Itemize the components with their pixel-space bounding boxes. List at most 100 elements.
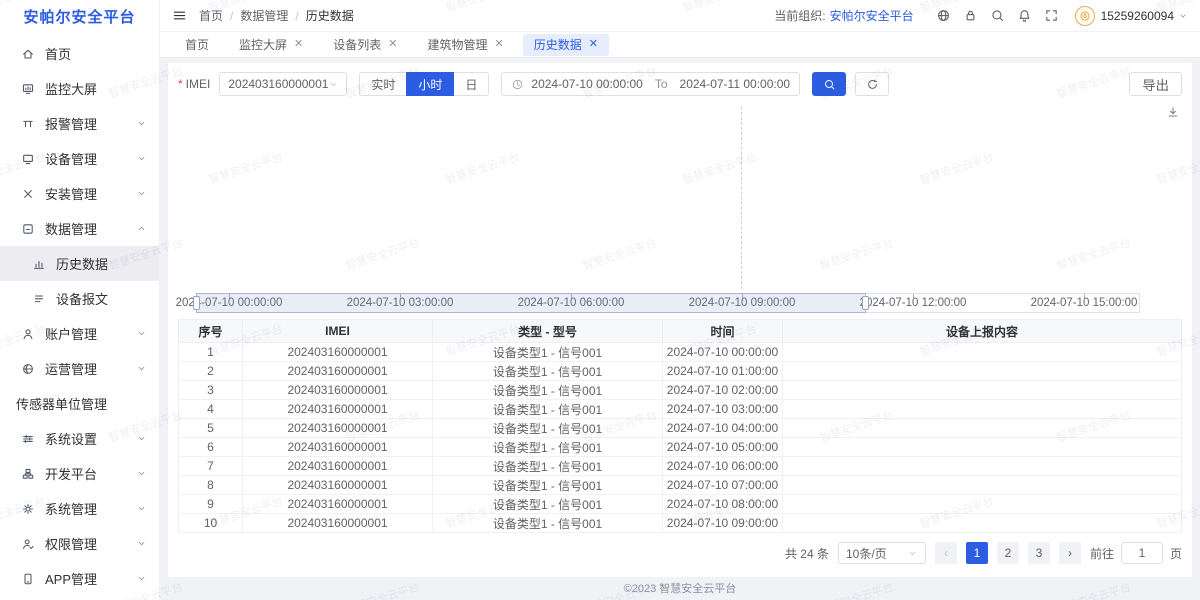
sidebar-item-label: 首页 [45, 44, 147, 63]
time-mode-button[interactable]: 实时 [359, 72, 407, 96]
datazoom-slider[interactable] [196, 293, 1140, 313]
tab-device-list[interactable]: 设备列表✕ [322, 34, 408, 56]
table-row[interactable]: 10202403160000001设备类型1 - 信号0012024-07-10… [179, 514, 1182, 533]
table-cell: 2024-07-10 00:00:00 [663, 343, 783, 362]
goto-page-input[interactable] [1121, 542, 1163, 564]
page-number-button[interactable]: 3 [1028, 542, 1050, 564]
dev-platform-icon [20, 466, 36, 482]
table-cell: 设备类型1 - 信号001 [433, 419, 663, 438]
sidebar-item-label: 权限管理 [45, 534, 136, 553]
breadcrumb: 首页/数据管理/历史数据 [199, 7, 354, 24]
sidebar-item-alarm-mgmt[interactable]: 报警管理 [0, 106, 159, 141]
sidebar-item-permission-mgmt[interactable]: 权限管理 [0, 526, 159, 561]
table-row[interactable]: 6202403160000001设备类型1 - 信号0012024-07-10 … [179, 438, 1182, 457]
date-start-value[interactable]: 2024-07-10 00:00:00 [531, 77, 642, 91]
imei-select[interactable]: 202403160000001 [219, 72, 347, 96]
time-mode-button[interactable]: 小时 [406, 72, 454, 96]
table-cell: 5 [179, 419, 243, 438]
table-cell: 202403160000001 [243, 514, 433, 533]
search-icon[interactable] [984, 8, 1011, 23]
sidebar-item-account-mgmt[interactable]: 账户管理 [0, 316, 159, 351]
table-cell: 202403160000001 [243, 438, 433, 457]
table-row[interactable]: 9202403160000001设备类型1 - 信号0012024-07-10 … [179, 495, 1182, 514]
topbar-right: 当前组织: 安帕尔安全平台 15259260094 [774, 6, 1188, 26]
refresh-button[interactable] [855, 72, 889, 96]
table-cell: 2024-07-10 03:00:00 [663, 400, 783, 419]
search-button[interactable] [812, 72, 846, 96]
current-org-value[interactable]: 安帕尔安全平台 [830, 7, 914, 24]
date-range-picker[interactable]: 2024-07-10 00:00:00 To 2024-07-11 00:00:… [501, 72, 800, 96]
chevron-down-icon [136, 503, 147, 514]
main-column: 首页/数据管理/历史数据 当前组织: 安帕尔安全平台 15259260094 首… [160, 0, 1200, 600]
sidebar-item-app-mgmt[interactable]: APP管理 [0, 561, 159, 596]
table-cell: 202403160000001 [243, 381, 433, 400]
table-row[interactable]: 5202403160000001设备类型1 - 信号0012024-07-10 … [179, 419, 1182, 438]
sidebar-item-device-mgmt[interactable]: 设备管理 [0, 141, 159, 176]
avatar[interactable] [1075, 6, 1095, 26]
table-cell: 2024-07-10 08:00:00 [663, 495, 783, 514]
export-button[interactable]: 导出 [1129, 72, 1182, 96]
tab-bar: 首页监控大屏✕设备列表✕建筑物管理✕历史数据✕ [160, 32, 1200, 58]
breadcrumb-item[interactable]: 首页 [199, 7, 223, 24]
sidebar-item-history-data[interactable]: 历史数据 [0, 246, 159, 281]
system-settings-icon [20, 431, 36, 447]
table-cell: 设备类型1 - 信号001 [433, 514, 663, 533]
table-cell: 2 [179, 362, 243, 381]
sidebar-item-sensor-unit-mgmt[interactable]: 传感器单位管理 [0, 386, 159, 421]
download-chart-icon[interactable] [1166, 105, 1180, 122]
close-icon[interactable]: ✕ [294, 39, 303, 50]
close-icon[interactable]: ✕ [589, 39, 598, 50]
sidebar-item-system-mgmt[interactable]: 系统管理 [0, 491, 159, 526]
page-size-select[interactable]: 10条/页 [838, 542, 926, 564]
close-icon[interactable]: ✕ [388, 39, 397, 50]
sidebar-item-data-mgmt[interactable]: 数据管理 [0, 211, 159, 246]
table-row[interactable]: 2202403160000001设备类型1 - 信号0012024-07-10 … [179, 362, 1182, 381]
table-header-row: 序号IMEI类型 - 型号时间设备上报内容 [179, 320, 1182, 343]
table-cell: 2024-07-10 05:00:00 [663, 438, 783, 457]
table-cell: 设备类型1 - 信号001 [433, 381, 663, 400]
hamburger-menu-icon[interactable] [172, 8, 187, 23]
next-page-button[interactable]: › [1059, 542, 1081, 564]
breadcrumb-separator: / [230, 9, 233, 23]
sidebar-item-operation-mgmt[interactable]: 运营管理 [0, 351, 159, 386]
date-end-value[interactable]: 2024-07-11 00:00:00 [680, 77, 791, 91]
current-org-label: 当前组织: [774, 7, 825, 24]
lock-icon[interactable] [957, 8, 984, 23]
sidebar-item-system-settings[interactable]: 系统设置 [0, 421, 159, 456]
datazoom-selection[interactable] [196, 293, 866, 313]
monitor-screen-icon [20, 81, 36, 97]
datazoom-handle-left[interactable] [193, 296, 200, 310]
bell-icon[interactable] [1011, 8, 1038, 23]
table-cell [783, 343, 1182, 362]
table-row[interactable]: 7202403160000001设备类型1 - 信号0012024-07-10 … [179, 457, 1182, 476]
close-icon[interactable]: ✕ [495, 39, 504, 50]
language-icon[interactable] [930, 8, 957, 23]
user-phone[interactable]: 15259260094 [1101, 9, 1174, 23]
table-cell: 设备类型1 - 信号001 [433, 343, 663, 362]
fullscreen-icon[interactable] [1038, 8, 1065, 23]
sidebar-item-dev-platform[interactable]: 开发平台 [0, 456, 159, 491]
tab-home[interactable]: 首页 [174, 34, 220, 56]
table-row[interactable]: 3202403160000001设备类型1 - 信号0012024-07-10 … [179, 381, 1182, 400]
sidebar-item-home[interactable]: 首页 [0, 36, 159, 71]
sidebar-item-install-mgmt[interactable]: 安装管理 [0, 176, 159, 211]
time-mode-button[interactable]: 日 [453, 72, 489, 96]
prev-page-button[interactable]: ‹ [935, 542, 957, 564]
breadcrumb-item[interactable]: 数据管理 [240, 7, 288, 24]
chevron-down-icon[interactable] [1178, 11, 1188, 21]
page-number-button[interactable]: 2 [997, 542, 1019, 564]
table-row[interactable]: 1202403160000001设备类型1 - 信号0012024-07-10 … [179, 343, 1182, 362]
tab-building-mgmt[interactable]: 建筑物管理 ✕ [416, 34, 514, 56]
tab-monitor-screen[interactable]: 监控大屏✕ [228, 34, 314, 56]
page-size-value: 10条/页 [846, 545, 887, 562]
table-row[interactable]: 4202403160000001设备类型1 - 信号0012024-07-10 … [179, 400, 1182, 419]
datazoom-handle-right[interactable] [862, 296, 869, 310]
time-mode-group: 实时小时日 [359, 72, 489, 96]
page-number-button[interactable]: 1 [966, 542, 988, 564]
table-cell: 202403160000001 [243, 457, 433, 476]
sidebar-item-monitor-screen[interactable]: 监控大屏 [0, 71, 159, 106]
tab-history-data[interactable]: 历史数据✕ [523, 34, 609, 56]
sidebar-item-device-message[interactable]: 设备报文 [0, 281, 159, 316]
table-row[interactable]: 8202403160000001设备类型1 - 信号0012024-07-10 … [179, 476, 1182, 495]
tab-label: 建筑物管理 [427, 36, 487, 53]
